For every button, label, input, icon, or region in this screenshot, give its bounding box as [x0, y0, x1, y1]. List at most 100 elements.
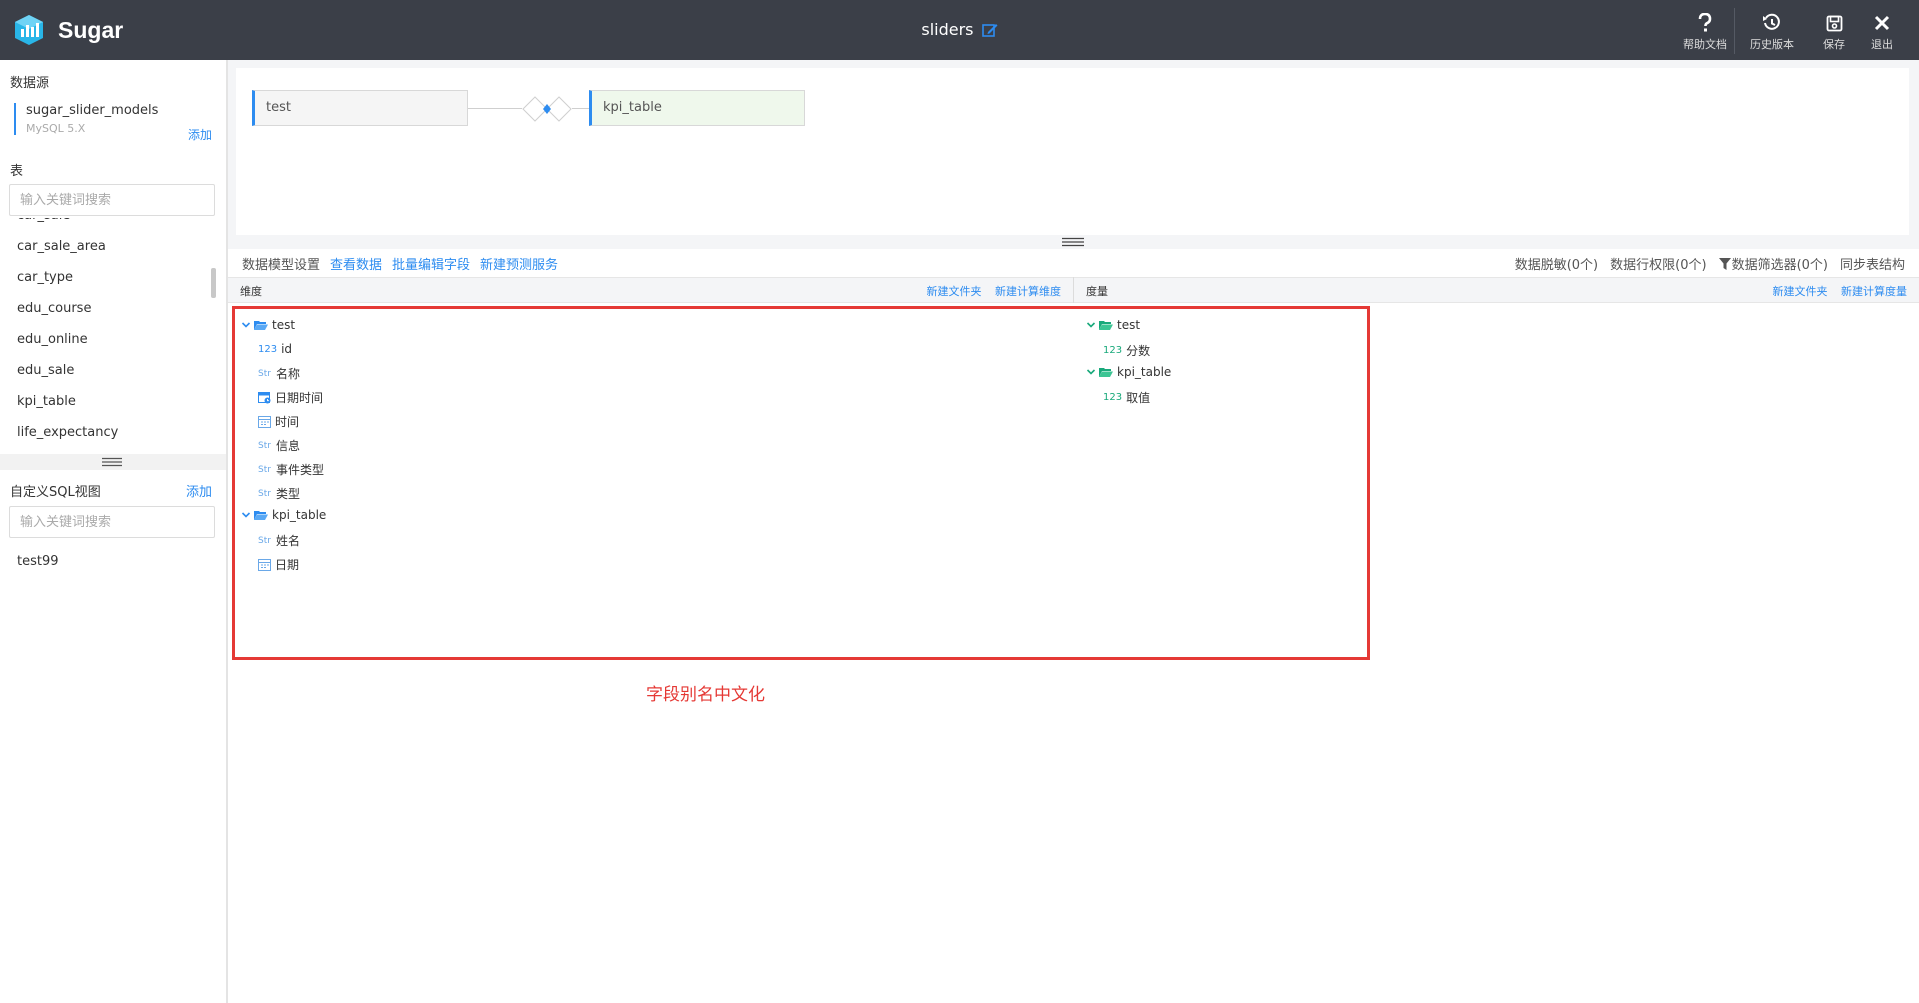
folder-open-icon	[1099, 368, 1113, 377]
table-item-life-expectancy[interactable]: life_expectancy	[17, 425, 118, 440]
brand-name: Sugar	[58, 16, 124, 43]
table-node-right[interactable]: kpi_table	[589, 90, 805, 126]
measure-group-kpi-table[interactable]: kpi_table	[1085, 365, 1171, 379]
sql-view-title: 自定义SQL视图	[10, 485, 101, 500]
number-type-icon: 123	[1103, 345, 1123, 356]
batch-edit-link[interactable]: 批量编辑字段	[392, 254, 470, 273]
save-label: 保存	[1823, 38, 1845, 51]
save-button[interactable]: 保存	[1809, 12, 1859, 54]
brand[interactable]: Sugar	[14, 14, 123, 46]
add-datasource-link[interactable]: 添加	[188, 126, 212, 143]
folder-open-icon	[1099, 321, 1113, 330]
sql-search-input[interactable]	[9, 506, 215, 538]
toolbar-left: 数据模型设置 查看数据 批量编辑字段 新建预测服务	[242, 254, 568, 273]
dimension-field-info[interactable]: Str 信息	[258, 437, 300, 454]
filter-icon	[1718, 257, 1731, 270]
canvas-resize-handle[interactable]	[228, 235, 1919, 249]
table-item-edu-sale[interactable]: edu_sale	[17, 363, 74, 378]
header-tools: 帮助文档 历史版本 保存 退出	[1676, 8, 1905, 54]
string-type-icon: Str	[258, 535, 271, 546]
help-button[interactable]: 帮助文档	[1676, 12, 1734, 54]
measure-field-value[interactable]: 123 取值	[1103, 389, 1150, 406]
history-button[interactable]: 历史版本	[1735, 12, 1809, 54]
measure-title: 度量	[1086, 285, 1108, 298]
sidebar-resize-handle[interactable]	[0, 454, 226, 470]
page-title-wrap: sliders	[0, 19, 1919, 39]
table-item-edu-course[interactable]: edu_course	[17, 301, 91, 316]
datasource-title: 数据源	[10, 76, 50, 91]
table-item-car-type[interactable]: car_type	[17, 270, 73, 285]
dimension-group-test[interactable]: test	[240, 318, 295, 332]
help-icon	[1698, 13, 1712, 32]
field-name: 姓名	[276, 534, 301, 548]
edit-title-icon[interactable]	[981, 22, 998, 38]
string-type-icon: Str	[258, 368, 271, 379]
join-icon[interactable]	[522, 96, 572, 122]
dimension-field-name[interactable]: Str 名称	[258, 365, 300, 382]
new-calc-measure-link[interactable]: 新建计算度量	[1841, 285, 1907, 298]
sugar-logo-icon	[15, 15, 43, 45]
top-bar: Sugar sliders 帮助文档 历史版本 保存 退出	[0, 0, 1919, 60]
annotation-text: 字段别名中文化	[646, 685, 765, 705]
table-item-kpi-table[interactable]: kpi_table	[17, 394, 76, 409]
chevron-down-icon	[1086, 322, 1096, 328]
field-name: id	[281, 342, 293, 356]
chevron-down-icon	[241, 512, 251, 518]
history-icon	[1763, 13, 1780, 30]
history-label: 历史版本	[1750, 38, 1794, 51]
dimension-group-name: test	[272, 318, 296, 332]
field-name: 名称	[276, 367, 301, 381]
table-search-input[interactable]	[9, 184, 215, 216]
measure-tree: test 123 分数 kpi_table 123 取值	[1085, 318, 1915, 438]
new-measure-folder-link[interactable]: 新建文件夹	[1773, 285, 1828, 298]
measure-group-test[interactable]: test	[1085, 318, 1140, 332]
join-line-right	[572, 108, 589, 109]
datasource-name: sugar_slider_models	[26, 103, 159, 118]
string-type-icon: Str	[258, 464, 271, 475]
field-name: 类型	[276, 487, 301, 501]
table-list-scrollbar[interactable]	[211, 268, 216, 298]
dimension-field-person-name[interactable]: Str 姓名	[258, 532, 300, 549]
add-sql-view-link[interactable]: 添加	[186, 481, 212, 500]
new-calc-dimension-link[interactable]: 新建计算维度	[995, 285, 1061, 298]
datasource-item[interactable]: sugar_slider_models MySQL 5.X	[14, 103, 216, 135]
field-name: 取值	[1126, 391, 1151, 405]
dimension-group-kpi-table[interactable]: kpi_table	[240, 508, 326, 522]
exit-label: 退出	[1871, 38, 1893, 51]
exit-button[interactable]: 退出	[1859, 12, 1905, 54]
new-predict-link[interactable]: 新建预测服务	[480, 254, 558, 273]
model-canvas-inner: test kpi_table	[236, 68, 1909, 236]
date-type-icon	[258, 559, 271, 571]
table-node-left[interactable]: test	[252, 90, 468, 126]
new-dimension-folder-link[interactable]: 新建文件夹	[927, 285, 982, 298]
dimension-pane-header: 维度 新建文件夹 新建计算维度	[228, 277, 1073, 303]
data-filter-button[interactable]: 数据筛选器(0个)	[1718, 254, 1828, 273]
sync-schema-button[interactable]: 同步表结构	[1840, 254, 1905, 273]
measure-field-score[interactable]: 123 分数	[1103, 342, 1150, 359]
string-type-icon: Str	[258, 488, 271, 499]
measure-pane-header: 度量 新建文件夹 新建计算度量	[1074, 277, 1919, 303]
dimension-field-time[interactable]: 时间	[258, 413, 299, 430]
dimension-field-event-type[interactable]: Str 事件类型	[258, 461, 324, 478]
dimension-group-name: kpi_table	[272, 508, 327, 522]
sql-view-item[interactable]: test99	[17, 554, 59, 569]
table-item-car-sale-area[interactable]: car_sale_area	[17, 239, 106, 254]
drag-handle-icon	[102, 457, 122, 467]
page-title: sliders	[921, 20, 974, 39]
row-permission-button[interactable]: 数据行权限(0个)	[1610, 254, 1706, 273]
dimension-field-type[interactable]: Str 类型	[258, 485, 300, 502]
table-item-car-sale[interactable]: car_sale	[17, 218, 70, 223]
drag-handle-icon	[1062, 237, 1084, 247]
toolbar-right: 数据脱敏(0个) 数据行权限(0个) 数据筛选器(0个) 同步表结构	[1503, 254, 1905, 273]
measure-group-name: test	[1117, 318, 1141, 332]
dimension-field-date[interactable]: 日期	[258, 556, 299, 573]
data-filter-label: 数据筛选器(0个)	[1731, 258, 1828, 273]
string-type-icon: Str	[258, 440, 271, 451]
data-masking-button[interactable]: 数据脱敏(0个)	[1515, 254, 1598, 273]
folder-open-icon	[254, 511, 268, 520]
dimension-field-datetime[interactable]: 日期时间	[258, 389, 323, 406]
table-item-edu-online[interactable]: edu_online	[17, 332, 88, 347]
view-data-link[interactable]: 查看数据	[330, 254, 382, 273]
dimension-field-id[interactable]: 123 id	[258, 342, 292, 356]
save-icon	[1826, 15, 1842, 31]
